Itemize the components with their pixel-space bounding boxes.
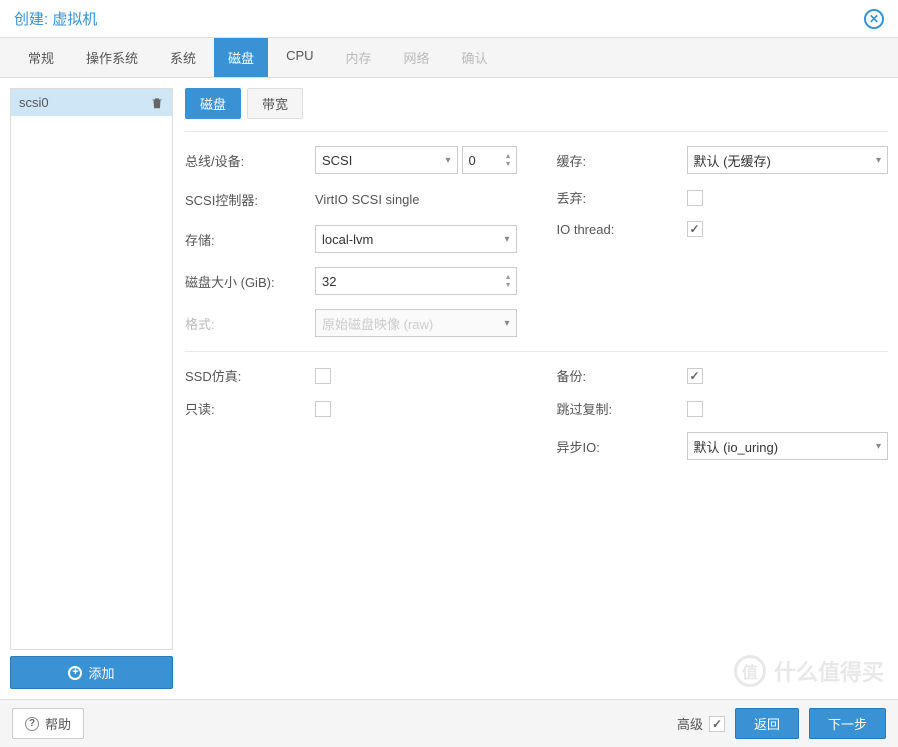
label-disksize: 磁盘大小 (GiB): (185, 272, 315, 291)
label-scsi: SCSI控制器: (185, 190, 315, 209)
label-discard: 丢弃: (557, 188, 687, 207)
label-format: 格式: (185, 314, 315, 333)
label-storage: 存储: (185, 230, 315, 249)
add-label: 添加 (88, 663, 114, 682)
trash-icon[interactable] (150, 96, 164, 110)
list-item[interactable]: scsi0 (11, 89, 172, 116)
tab-disks[interactable]: 磁盘 (214, 38, 268, 77)
discard-checkbox[interactable] (687, 190, 703, 206)
tab-confirm: 确认 (448, 38, 502, 77)
spinner-arrows-icon: ▲▼ (505, 153, 512, 168)
spinner-arrows-icon: ▲▼ (505, 274, 512, 289)
chevron-down-icon: ▾ (445, 155, 450, 166)
advanced-toggle[interactable]: 高级 (677, 714, 725, 733)
tab-os[interactable]: 操作系统 (72, 38, 152, 77)
window-title: 创建: 虚拟机 (14, 8, 97, 29)
backup-checkbox[interactable] (687, 368, 703, 384)
tab-network: 网络 (390, 38, 444, 77)
chevron-down-icon: ▾ (876, 441, 881, 452)
chevron-down-icon: ▾ (876, 155, 881, 166)
advanced-checkbox[interactable] (709, 716, 725, 732)
tab-memory: 内存 (332, 38, 386, 77)
asyncio-select[interactable]: 默认 (io_uring) ▾ (687, 432, 889, 460)
disk-item-label: scsi0 (19, 95, 49, 110)
label-backup: 备份: (557, 366, 687, 385)
main-tabs: 常规 操作系统 系统 磁盘 CPU 内存 网络 确认 (0, 38, 898, 78)
label-bus: 总线/设备: (185, 151, 315, 170)
chevron-down-icon: ▾ (504, 318, 509, 329)
subtab-disk[interactable]: 磁盘 (185, 88, 241, 119)
label-readonly: 只读: (185, 399, 315, 418)
subtab-bandwidth[interactable]: 带宽 (247, 88, 303, 119)
tab-system[interactable]: 系统 (156, 38, 210, 77)
help-button[interactable]: ? 帮助 (12, 708, 84, 739)
storage-select[interactable]: local-lvm ▾ (315, 225, 517, 253)
tab-cpu[interactable]: CPU (272, 38, 327, 77)
label-iothread: IO thread: (557, 222, 687, 237)
chevron-down-icon: ▾ (504, 234, 509, 245)
skiprepl-checkbox[interactable] (687, 401, 703, 417)
disksize-spinner[interactable]: 32 ▲▼ (315, 267, 517, 295)
add-button[interactable]: + 添加 (10, 656, 173, 689)
label-asyncio: 异步IO: (557, 437, 687, 456)
ssd-checkbox[interactable] (315, 368, 331, 384)
format-select: 原始磁盘映像 (raw) ▾ (315, 309, 517, 337)
bus-select[interactable]: SCSI ▾ (315, 146, 458, 174)
question-icon: ? (25, 717, 39, 731)
back-button[interactable]: 返回 (735, 708, 799, 739)
label-skiprepl: 跳过复制: (557, 399, 687, 418)
disk-list: scsi0 (10, 88, 173, 650)
cache-select[interactable]: 默认 (无缓存) ▾ (687, 146, 889, 174)
label-cache: 缓存: (557, 151, 687, 170)
readonly-checkbox[interactable] (315, 401, 331, 417)
close-icon[interactable]: ✕ (864, 9, 884, 29)
label-ssd: SSD仿真: (185, 366, 315, 385)
iothread-checkbox[interactable] (687, 221, 703, 237)
next-button[interactable]: 下一步 (809, 708, 886, 739)
plus-icon: + (68, 666, 82, 680)
tab-general[interactable]: 常规 (14, 38, 68, 77)
device-spinner[interactable]: 0 ▲▼ (462, 146, 517, 174)
scsi-value: VirtIO SCSI single (315, 188, 420, 211)
